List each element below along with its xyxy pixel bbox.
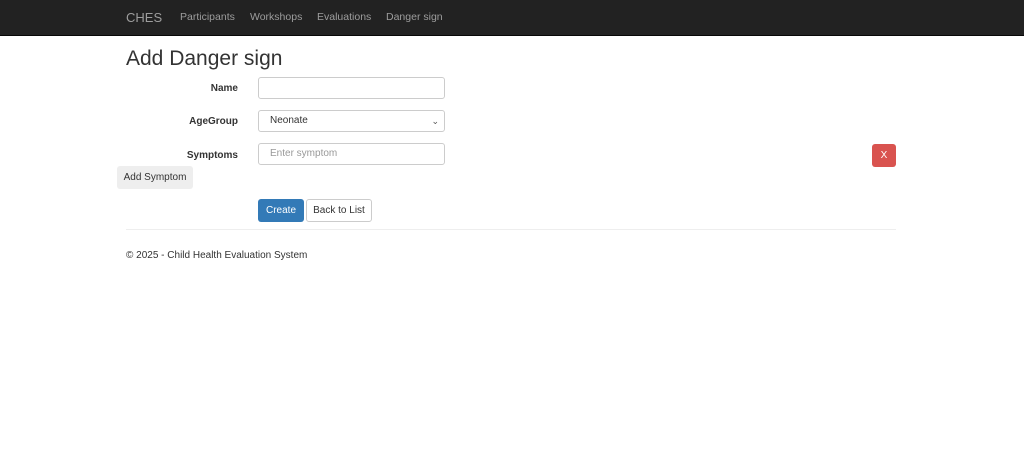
nav-workshops[interactable]: Workshops (250, 11, 302, 23)
create-button[interactable]: Create (258, 199, 304, 222)
page-title: Add Danger sign (126, 47, 283, 70)
nav-danger-sign[interactable]: Danger sign (386, 11, 443, 23)
navbar: CHES Participants Workshops Evaluations … (0, 0, 1024, 36)
agegroup-value: Neonate (270, 115, 308, 126)
nav-participants[interactable]: Participants (180, 11, 235, 23)
remove-symptom-button[interactable]: X (872, 144, 896, 167)
brand-link[interactable]: CHES (126, 10, 162, 25)
footer-text: © 2025 - Child Health Evaluation System (126, 250, 308, 261)
add-symptom-button[interactable]: Add Symptom (117, 166, 193, 189)
chevron-down-icon: ⌄ (431, 116, 439, 126)
symptoms-label: Symptoms (186, 150, 238, 161)
footer-divider (126, 229, 896, 230)
symptom-input[interactable]: Enter symptom (258, 143, 445, 165)
name-input[interactable] (258, 77, 445, 99)
name-label: Name (210, 83, 238, 94)
nav-evaluations[interactable]: Evaluations (317, 11, 371, 23)
agegroup-label: AgeGroup (189, 116, 238, 127)
agegroup-select[interactable]: Neonate ⌄ (258, 110, 445, 132)
back-to-list-button[interactable]: Back to List (306, 199, 372, 222)
